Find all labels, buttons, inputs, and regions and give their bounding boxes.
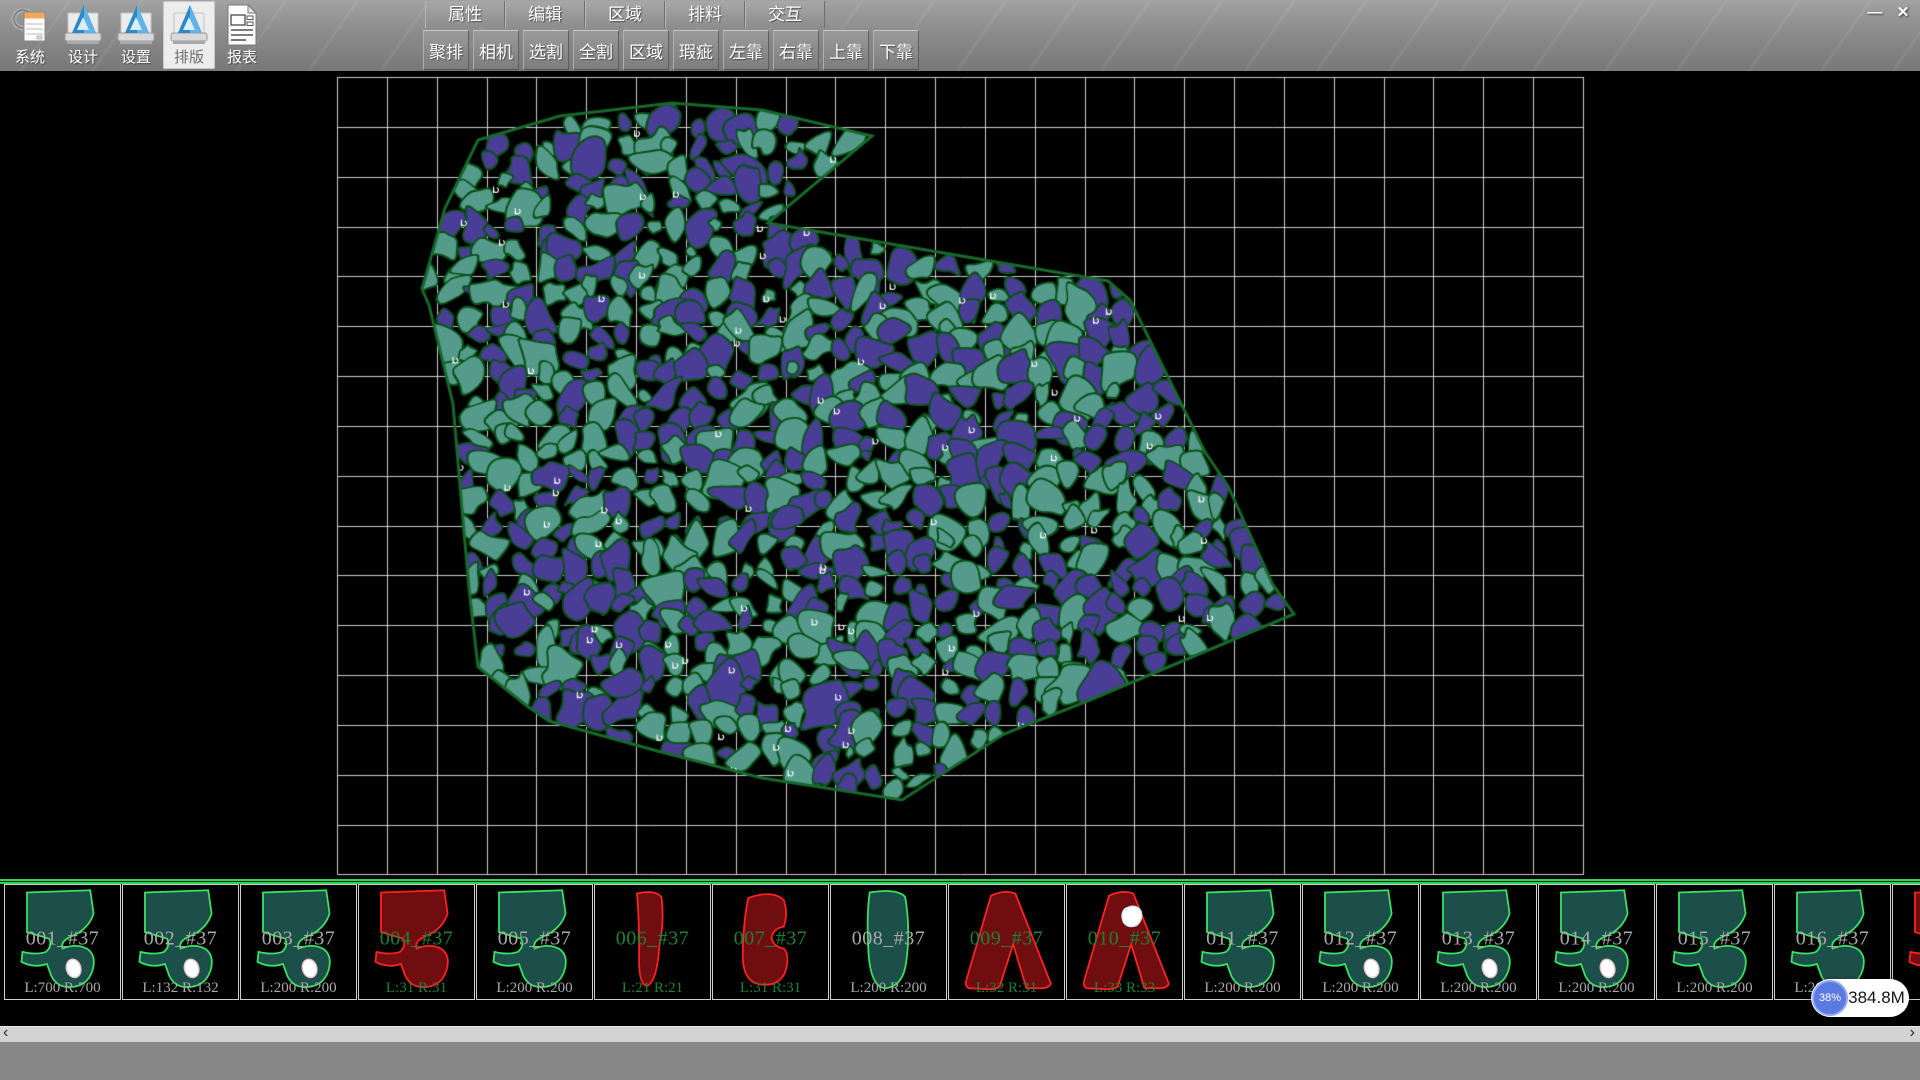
tool-button-snap-top[interactable]: 上靠 xyxy=(823,30,869,70)
part-name: 007_#37 xyxy=(713,928,828,951)
part-name: 002_#37 xyxy=(123,928,238,951)
application-window: 系统设计设置排版报表 属性编辑区域排料交互 聚排相机选割全割区域瑕疵左靠右靠上靠… xyxy=(0,0,1920,1080)
status-footer xyxy=(0,1042,1920,1080)
part-name: 006_#37 xyxy=(595,928,710,951)
part-thumbnail[interactable]: 008_#37 L:200 R:200 xyxy=(830,884,947,1000)
progress-badge[interactable]: 38% 384.8M xyxy=(1811,979,1909,1017)
tool-button-region[interactable]: 区域 xyxy=(623,30,669,70)
part-counts: L:31 R:31 xyxy=(359,980,474,997)
part-counts: L:200 R:200 xyxy=(831,980,946,997)
part-name: 013_#37 xyxy=(1421,928,1536,951)
part-name: 016_#37 xyxy=(1775,928,1890,951)
main-button-system[interactable]: 系统 xyxy=(4,1,56,69)
part-name: 001_#37 xyxy=(5,928,120,951)
tool-button-snap-left[interactable]: 左靠 xyxy=(723,30,769,70)
tool-button-camera[interactable]: 相机 xyxy=(473,30,519,70)
part-counts: L:132 R:132 xyxy=(123,980,238,997)
set-square-icon xyxy=(63,3,103,47)
tool-button-cut-all[interactable]: 全割 xyxy=(573,30,619,70)
part-name: 008_#37 xyxy=(831,928,946,951)
part-thumbnail[interactable]: 012_#37 L:200 R:200 xyxy=(1302,884,1419,1000)
main-toolbar: 系统设计设置排版报表 xyxy=(4,1,269,70)
part-thumbnail[interactable]: 002_#37 L:132 R:132 xyxy=(122,884,239,1000)
main-button-label: 设计 xyxy=(57,46,109,67)
set-square-icon xyxy=(169,3,209,47)
part-counts: L:700 R:700 xyxy=(5,980,120,997)
part-counts: L:200 R:200 xyxy=(477,980,592,997)
set-square-icon xyxy=(116,3,156,47)
tool-button-snap-bottom[interactable]: 下靠 xyxy=(873,30,919,70)
part-thumbnail[interactable]: 005_#37 L:200 R:200 xyxy=(476,884,593,1000)
progress-percent-badge: 38% xyxy=(1812,980,1848,1016)
part-thumbnail[interactable]: 013_#37 L:200 R:200 xyxy=(1420,884,1537,1000)
tool-button-defect[interactable]: 瑕疵 xyxy=(673,30,719,70)
part-counts: L:200 R:200 xyxy=(1657,980,1772,997)
part-thumbnail[interactable]: 015_#37 L:200 R:200 xyxy=(1656,884,1773,1000)
main-button-label: 报表 xyxy=(216,46,268,67)
menu-tab-nest[interactable]: 排料 xyxy=(665,1,745,28)
part-name: 011_#37 xyxy=(1185,928,1300,951)
part-counts: L:200 R:200 xyxy=(1421,980,1536,997)
part-name: 012_#37 xyxy=(1303,928,1418,951)
scroll-right-arrow[interactable]: › xyxy=(1910,1026,1915,1041)
main-button-label: 排版 xyxy=(163,46,215,67)
horizontal-scrollbar[interactable]: ‹ › xyxy=(0,1026,1920,1042)
part-thumbnail[interactable]: 014_#37 L:200 R:200 xyxy=(1538,884,1655,1000)
part-counts: L:32 R:31 xyxy=(949,980,1064,997)
part-name: 005_#37 xyxy=(477,928,592,951)
main-button-design[interactable]: 设计 xyxy=(57,1,109,69)
menu-tab-region[interactable]: 区域 xyxy=(585,1,665,28)
part-thumbnail[interactable]: 011_#37 L:200 R:200 xyxy=(1184,884,1301,1000)
tool-bar: 聚排相机选割全割区域瑕疵左靠右靠上靠下靠 xyxy=(423,30,923,70)
main-button-nesting[interactable]: 排版 xyxy=(163,1,215,69)
part-counts: L:21 R:21 xyxy=(595,980,710,997)
part-thumbnail[interactable]: 010_#37 L:33 R:33 xyxy=(1066,884,1183,1000)
part-thumbnail[interactable]: 004_#37 L:31 R:31 xyxy=(358,884,475,1000)
menu-tab-edit[interactable]: 编辑 xyxy=(505,1,585,28)
part-name: 015_#37 xyxy=(1657,928,1772,951)
toolbar: 系统设计设置排版报表 属性编辑区域排料交互 聚排相机选割全割区域瑕疵左靠右靠上靠… xyxy=(0,0,1920,71)
part-counts: L:31 R:31 xyxy=(713,980,828,997)
menu-tab-interact[interactable]: 交互 xyxy=(745,1,825,28)
part-counts: L:200 R:200 xyxy=(1539,980,1654,997)
report-icon xyxy=(222,3,262,47)
part-counts: L:33 R:33 xyxy=(1067,980,1182,997)
part-counts: L:200 R:200 xyxy=(1303,980,1418,997)
nesting-canvas[interactable] xyxy=(0,71,1920,879)
main-button-label: 设置 xyxy=(110,46,162,67)
main-button-settings[interactable]: 设置 xyxy=(110,1,162,69)
menu-bar: 属性编辑区域排料交互 xyxy=(425,1,825,28)
window-controls: — ✕ xyxy=(1860,2,1916,24)
scroll-left-arrow[interactable]: ‹ xyxy=(3,1026,8,1041)
main-button-label: 系统 xyxy=(4,46,56,67)
part-counts: L:200 R:200 xyxy=(1185,980,1300,997)
part-name: 003_#37 xyxy=(241,928,356,951)
part-thumbnail[interactable]: 001_#37 L:700 R:700 xyxy=(4,884,121,1000)
part-counts: L:200 R:200 xyxy=(241,980,356,997)
parts-strip: 001_#37L:700 R:700002_#37L:132 R:132003_… xyxy=(0,879,1920,1003)
parts-strip-cells: 001_#37L:700 R:700002_#37L:132 R:132003_… xyxy=(0,884,1920,1002)
gear-icon xyxy=(10,3,50,47)
part-thumbnail[interactable]: 007_#37 L:31 R:31 xyxy=(712,884,829,1000)
progress-percent: 38% xyxy=(1819,992,1841,1004)
part-name: 010_#37 xyxy=(1067,928,1182,951)
part-name: 014_#37 xyxy=(1539,928,1654,951)
part-name: 004_#37 xyxy=(359,928,474,951)
menu-tab-properties[interactable]: 属性 xyxy=(425,1,505,28)
tool-button-cluster-nest[interactable]: 聚排 xyxy=(423,30,469,70)
tool-button-snap-right[interactable]: 右靠 xyxy=(773,30,819,70)
part-name: 009_#37 xyxy=(949,928,1064,951)
memory-value: 384.8M xyxy=(1848,988,1909,1008)
minimize-button[interactable]: — xyxy=(1862,2,1888,24)
main-button-report[interactable]: 报表 xyxy=(216,1,268,69)
close-button[interactable]: ✕ xyxy=(1890,2,1916,24)
part-thumbnail[interactable]: 003_#37 L:200 R:200 xyxy=(240,884,357,1000)
part-thumbnail[interactable]: 009_#37 L:32 R:31 xyxy=(948,884,1065,1000)
part-thumbnail[interactable]: 006_#37 L:21 R:21 xyxy=(594,884,711,1000)
tool-button-select-cut[interactable]: 选割 xyxy=(523,30,569,70)
